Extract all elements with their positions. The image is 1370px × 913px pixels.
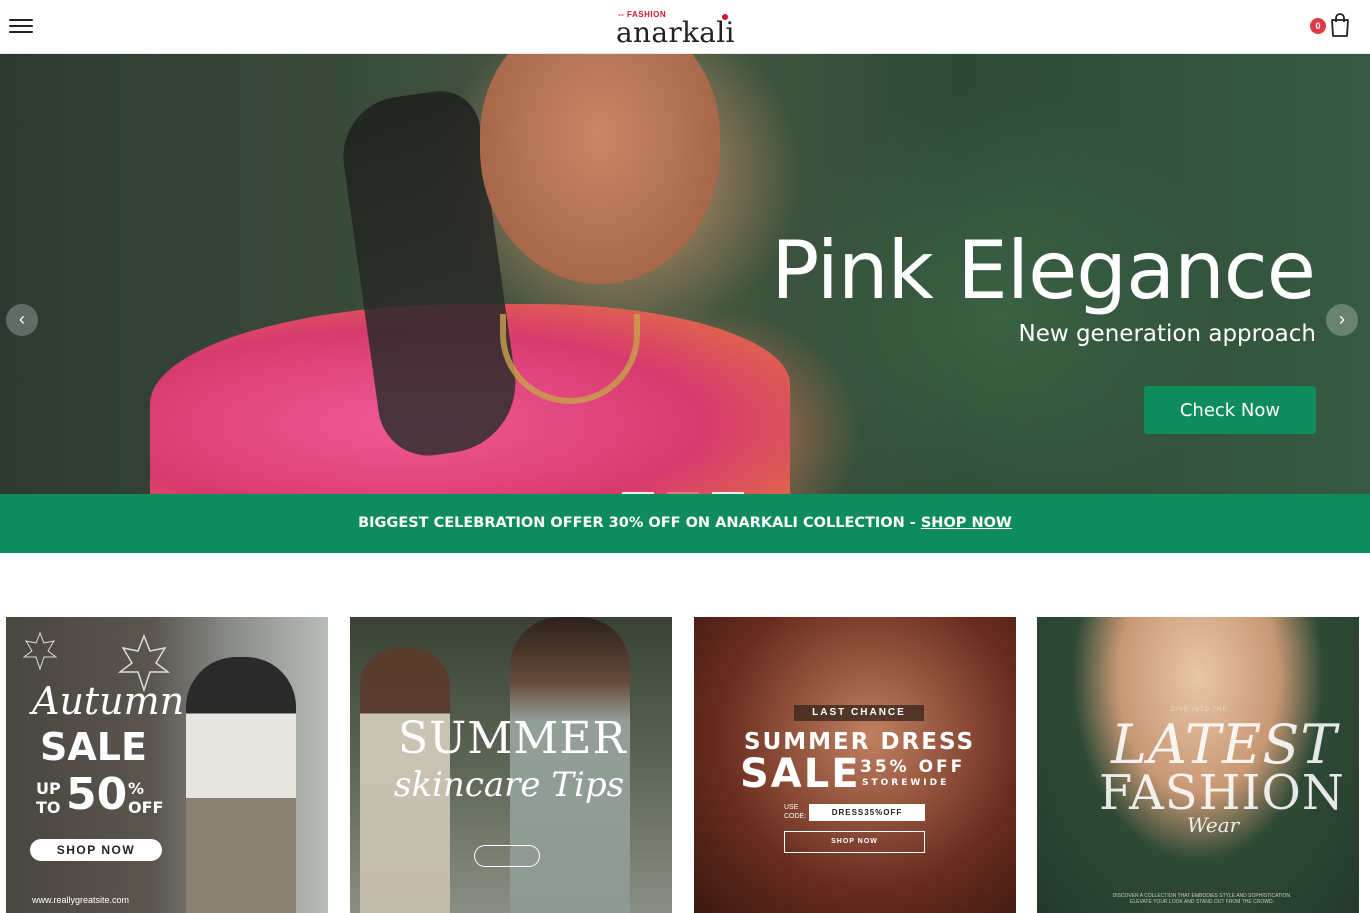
card-url-text: www.reallygreatsite.com bbox=[32, 895, 130, 905]
card-script-text: Wear bbox=[1187, 813, 1240, 837]
maple-leaf-icon bbox=[22, 631, 58, 671]
card-percent-text: 35% OFF bbox=[860, 757, 966, 777]
check-now-button[interactable]: Check Now bbox=[1144, 386, 1316, 434]
hero-subtitle: New generation approach bbox=[1018, 321, 1316, 347]
site-header: -- FASHION anarkali 0 bbox=[0, 0, 1370, 54]
card-off-text: % OFF bbox=[128, 779, 164, 817]
card-script-text: Autumn bbox=[32, 679, 185, 723]
cart-count-badge: 0 bbox=[1310, 18, 1326, 34]
chevron-left-icon[interactable]: ‹ bbox=[6, 304, 38, 336]
card-fine-print: DISCOVER A COLLECTION THAT EMBODIES STYL… bbox=[1112, 893, 1292, 905]
card-percent-value: 50 bbox=[66, 769, 128, 820]
card-sale-text: SALE bbox=[740, 751, 861, 797]
card-shop-now-button[interactable]: SHOP NOW bbox=[30, 839, 162, 861]
chevron-right-icon[interactable]: › bbox=[1326, 304, 1358, 336]
card-tag-text: LAST CHANCE bbox=[794, 705, 924, 721]
card-storewide-text: STOREWIDE bbox=[862, 778, 950, 788]
card-script-text: skincare Tips bbox=[394, 765, 625, 805]
card-sale-text: SALE bbox=[40, 725, 147, 769]
card-use-code-label: USE CODE: bbox=[784, 804, 807, 820]
hamburger-menu-icon[interactable] bbox=[9, 15, 35, 37]
promo-text: BIGGEST CELEBRATION OFFER 30% OFF ON ANA… bbox=[358, 515, 921, 531]
hero-image-face bbox=[480, 54, 720, 284]
hero-slider: Pink Elegance New generation approach Ch… bbox=[0, 54, 1370, 494]
card-title-text: SUMMER bbox=[398, 713, 627, 764]
hero-title: Pink Elegance bbox=[771, 224, 1316, 317]
site-logo[interactable]: -- FASHION anarkali bbox=[610, 8, 740, 49]
summer-skincare-card[interactable]: SUMMER skincare Tips bbox=[350, 617, 672, 913]
promo-shop-now-link[interactable]: SHOP NOW bbox=[921, 515, 1012, 531]
latest-fashion-card[interactable]: DIVE INTO THE LATEST FASHION Wear DISCOV… bbox=[1037, 617, 1359, 913]
summer-dress-sale-card[interactable]: LAST CHANCE SUMMER DRESS SALE 35% OFF ST… bbox=[694, 617, 1016, 913]
card-model-image bbox=[186, 657, 296, 913]
logo-dot bbox=[722, 14, 728, 20]
cart-button[interactable]: 0 bbox=[1310, 12, 1360, 42]
card-shop-now-button[interactable]: SHOP NOW bbox=[784, 831, 925, 853]
autumn-sale-card[interactable]: Autumn SALE UP TO 50 % OFF SHOP NOW www.… bbox=[6, 617, 328, 913]
logo-wordmark: anarkali bbox=[616, 16, 735, 49]
shopping-bag-icon bbox=[1331, 13, 1349, 37]
promo-banner: BIGGEST CELEBRATION OFFER 30% OFF ON ANA… bbox=[0, 494, 1370, 553]
card-promo-code: DRESS35%OFF bbox=[809, 804, 925, 821]
card-upto-text: UP TO bbox=[36, 779, 61, 817]
card-outline-button[interactable] bbox=[474, 845, 540, 867]
